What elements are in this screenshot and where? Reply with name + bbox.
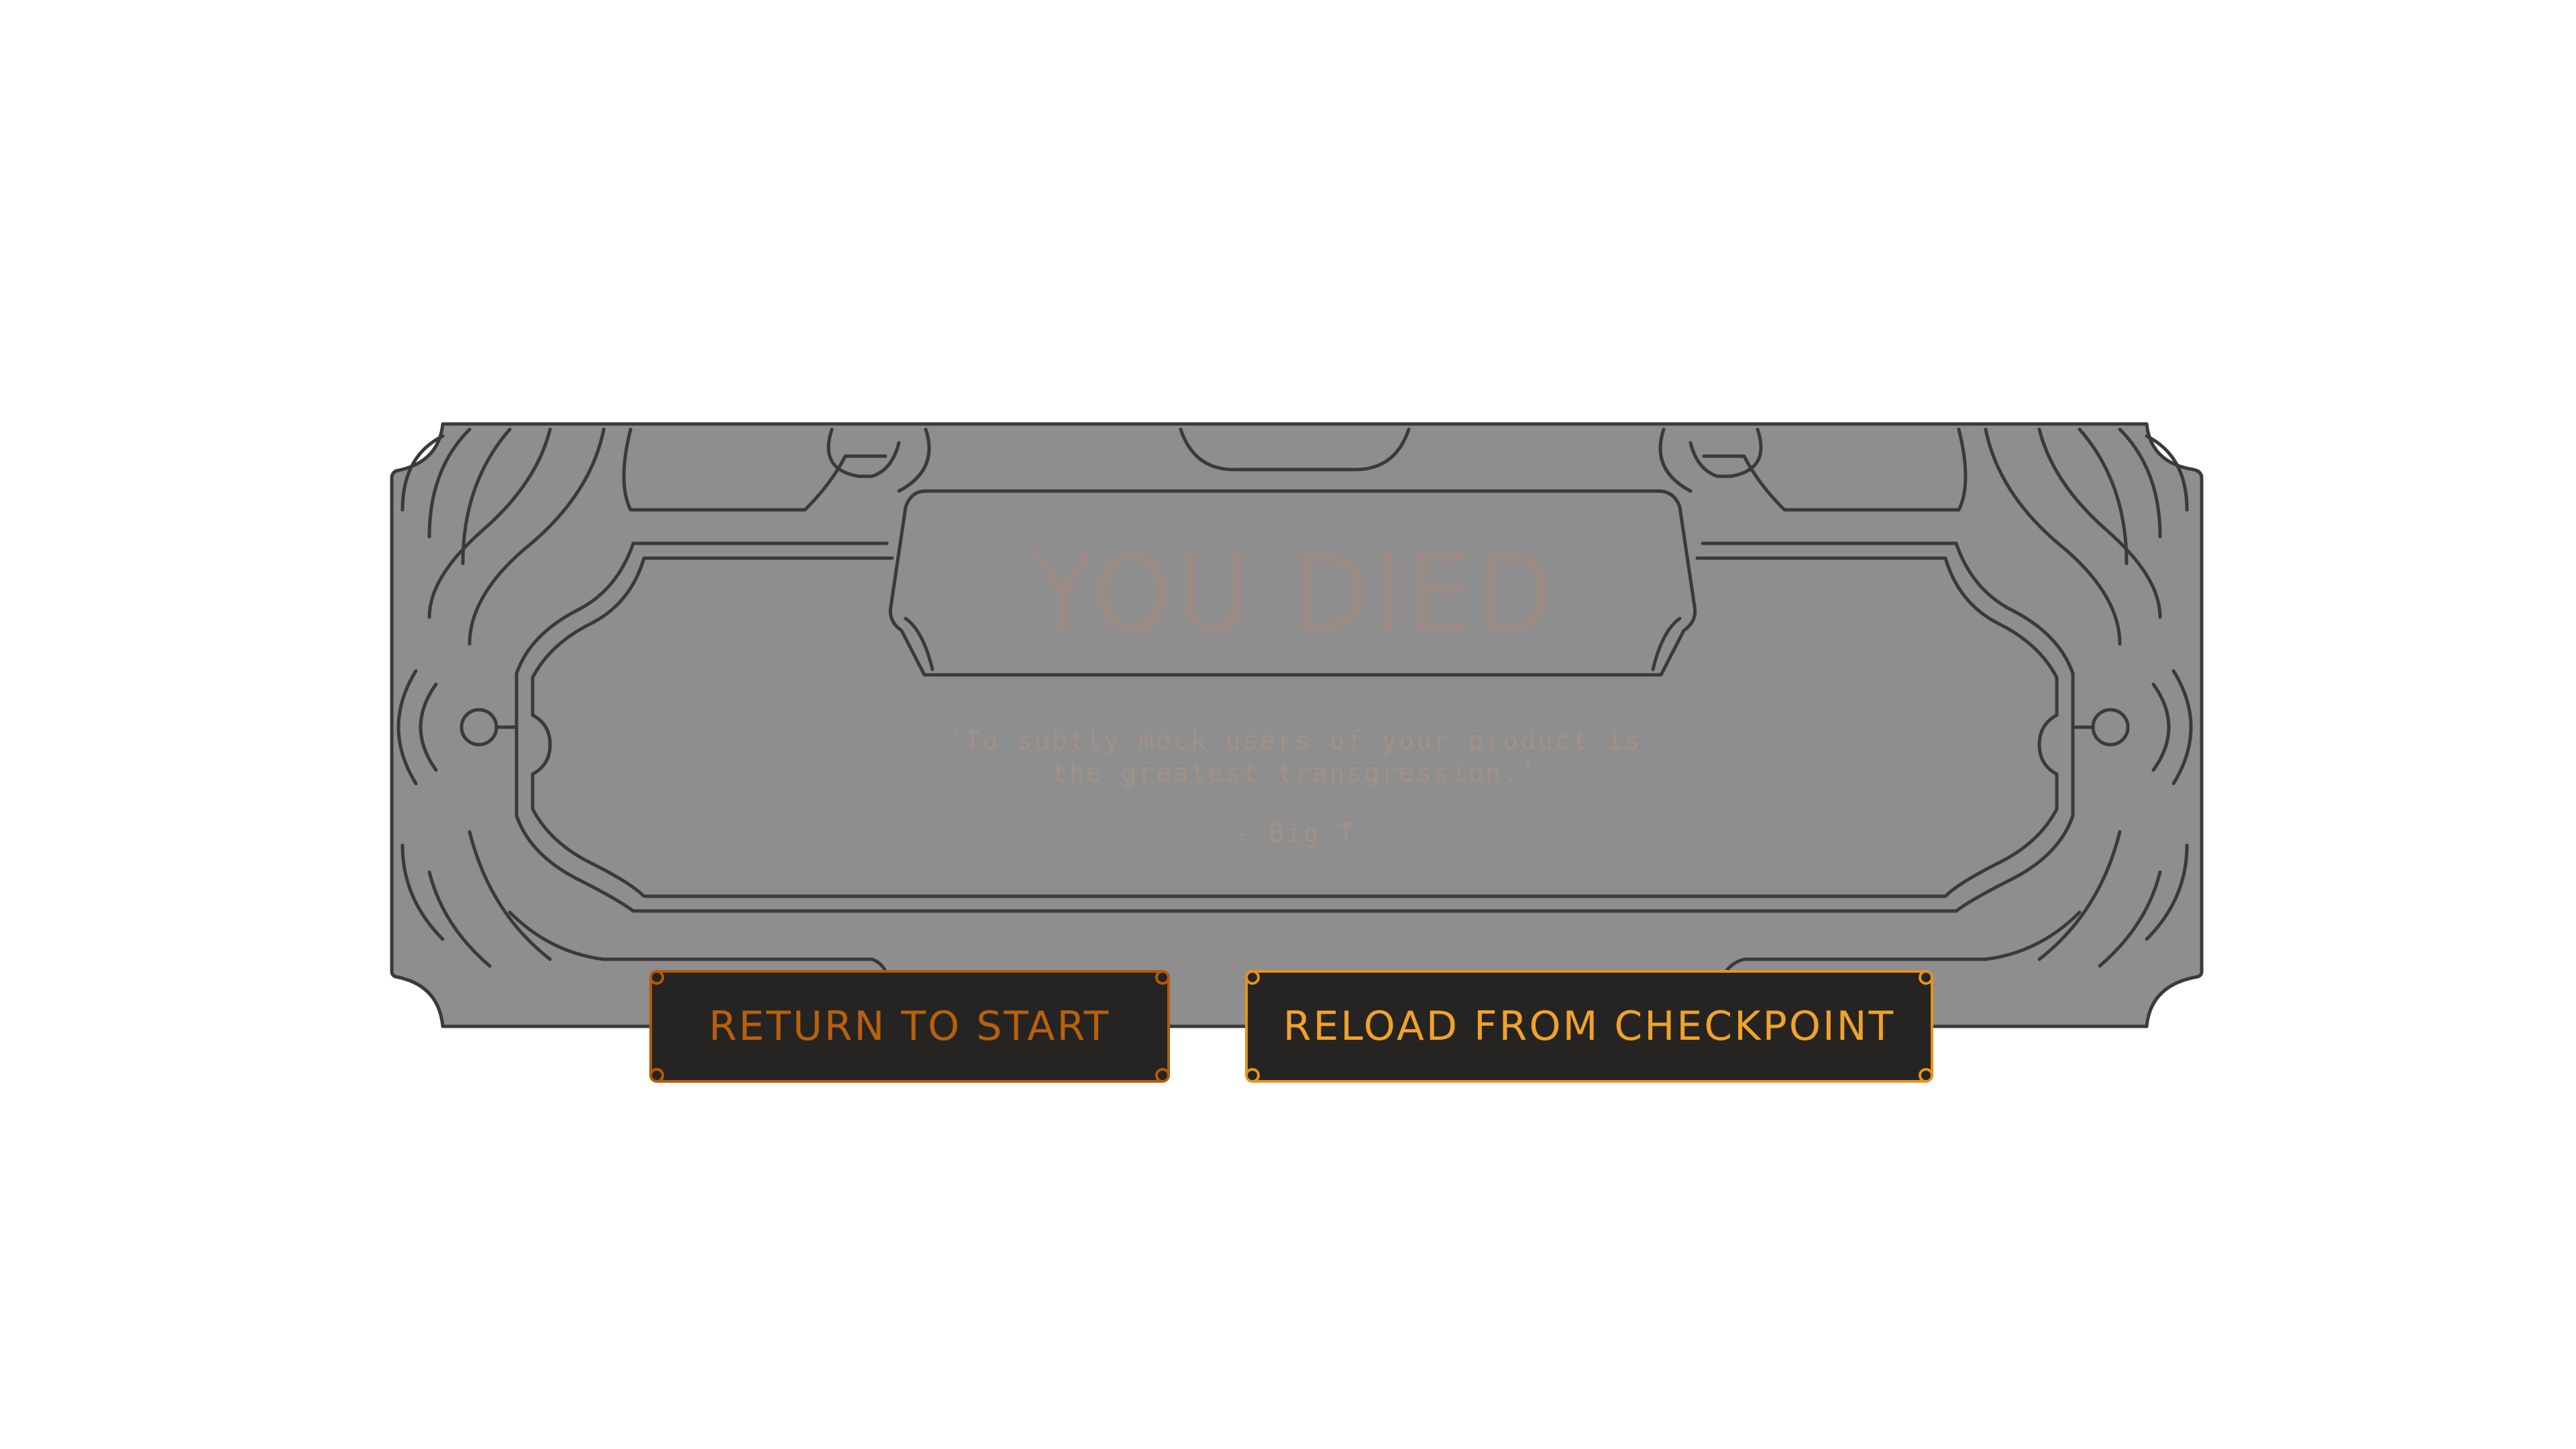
corner-ornament (1245, 970, 1260, 985)
corner-ornament (649, 1068, 664, 1083)
you-died-title: YOU DIED (1031, 531, 1558, 657)
corner-ornament (1245, 1068, 1260, 1083)
quote-author: - Big T (1234, 818, 1356, 848)
death-quote: 'To subtly mock users of your product is… (872, 724, 1717, 789)
corner-ornament (1155, 1068, 1170, 1083)
corner-ornament (1155, 970, 1170, 985)
quote-line-1: 'To subtly mock users of your product is (947, 726, 1642, 755)
reload-from-checkpoint-label: RELOAD FROM CHECKPOINT (1283, 1003, 1896, 1050)
corner-ornament (1919, 1068, 1933, 1083)
corner-ornament (1919, 970, 1933, 985)
reload-from-checkpoint-button[interactable]: RELOAD FROM CHECKPOINT (1245, 970, 1933, 1083)
game-over-screen: YOU DIED 'To subtly mock users of your p… (0, 0, 2576, 1449)
corner-ornament (649, 970, 664, 985)
return-to-start-label: RETURN TO START (708, 1003, 1111, 1050)
return-to-start-button[interactable]: RETURN TO START (649, 970, 1170, 1083)
quote-line-2: the greatest transgression.' (1051, 758, 1538, 788)
